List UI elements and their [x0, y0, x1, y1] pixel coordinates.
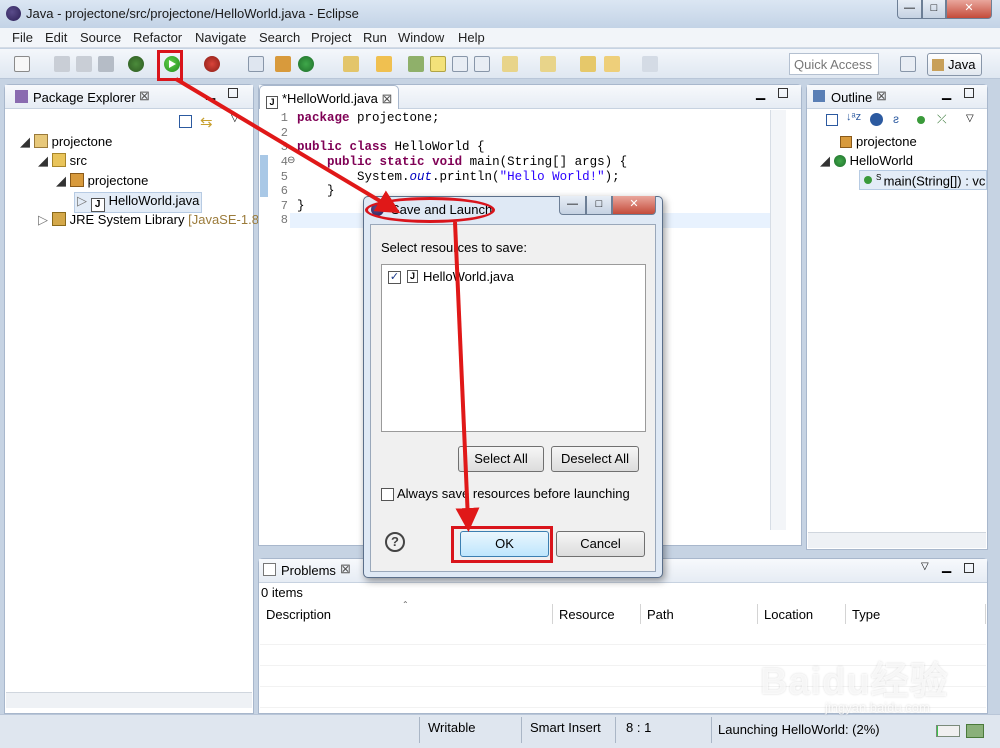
arrow-run-to-dialog: [174, 77, 401, 214]
arrow-title-to-ok: [453, 221, 480, 532]
annotation-arrows: [174, 77, 480, 532]
